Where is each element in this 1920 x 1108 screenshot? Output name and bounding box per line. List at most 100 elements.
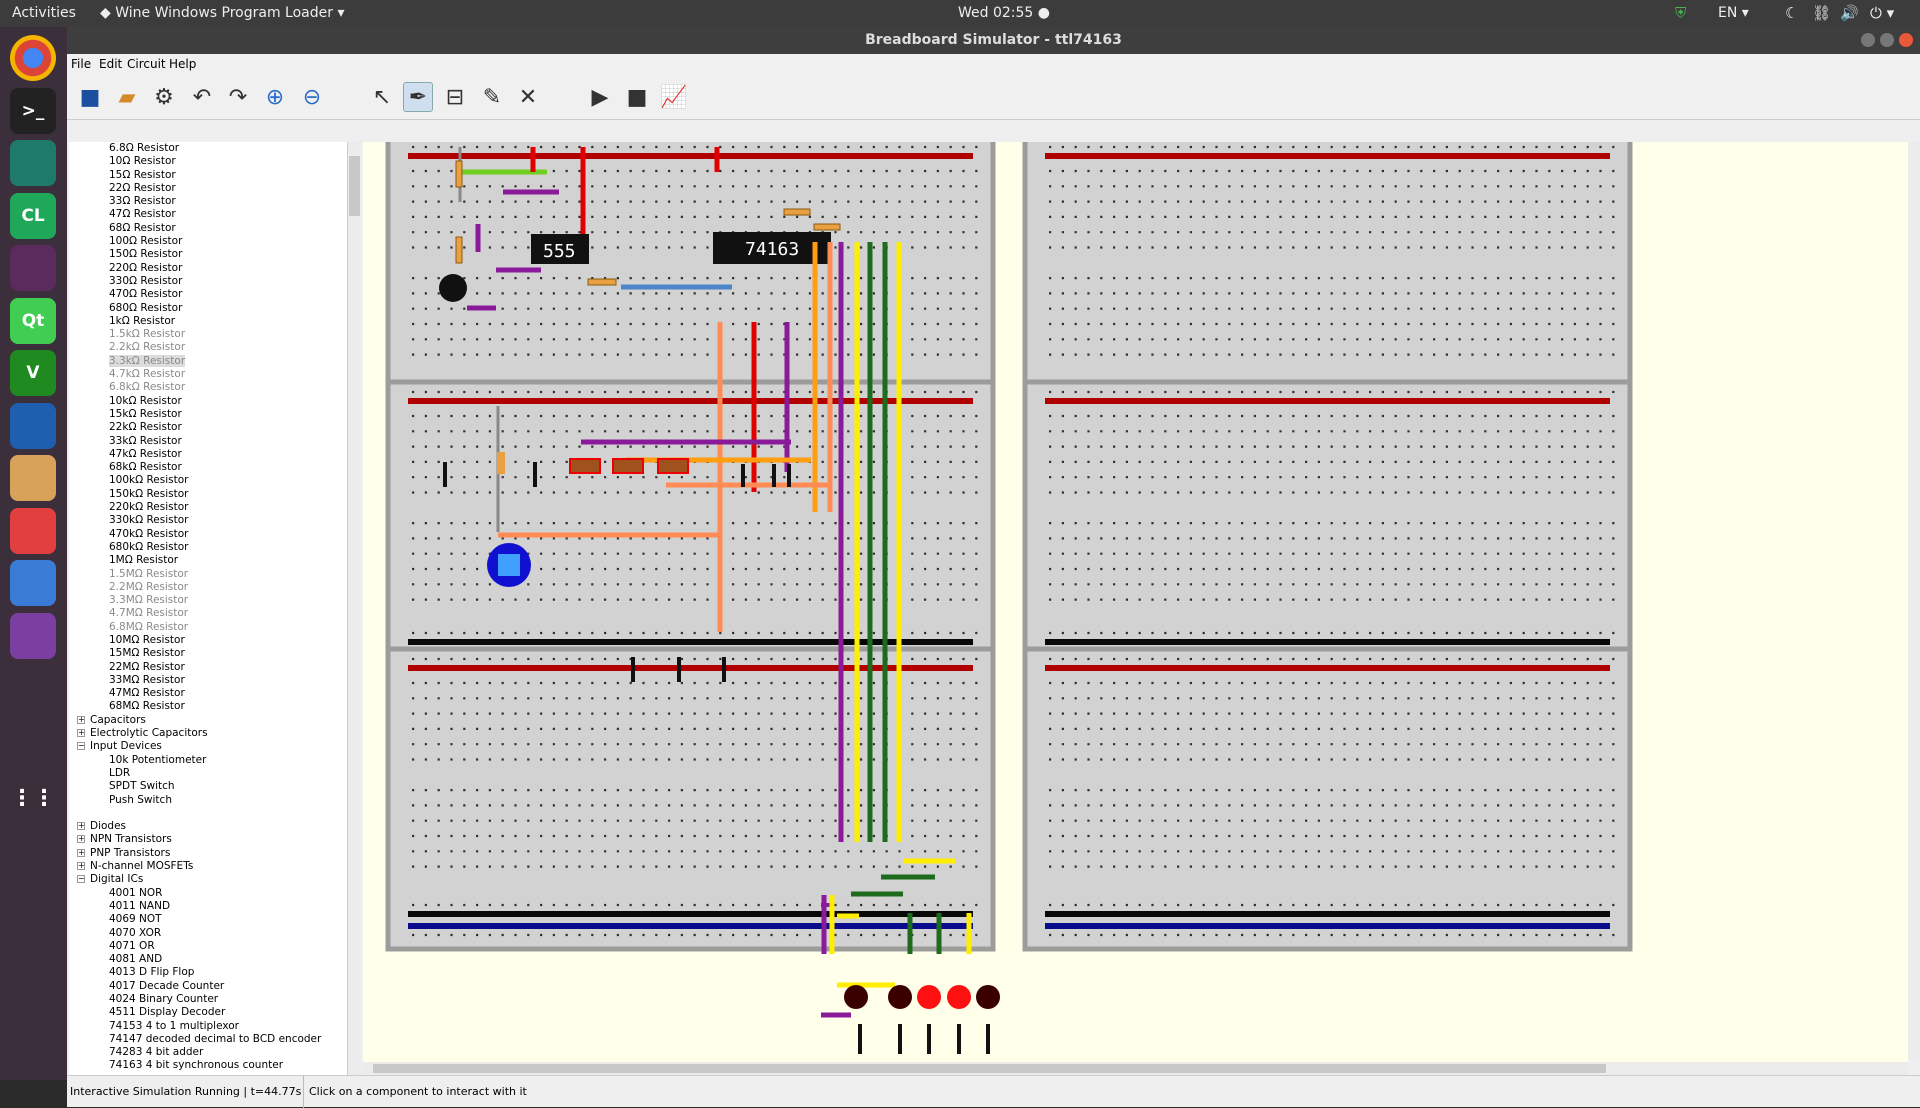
- tree-item[interactable]: 15MΩ Resistor: [69, 647, 361, 660]
- close-button[interactable]: [1899, 33, 1913, 47]
- tree-item[interactable]: 15kΩ Resistor: [69, 408, 361, 421]
- tree-item[interactable]: 22MΩ Resistor: [69, 661, 361, 674]
- qt-icon[interactable]: Qt: [10, 297, 56, 344]
- clion-icon[interactable]: CL: [10, 192, 56, 239]
- tree-item[interactable]: 330kΩ Resistor: [69, 514, 361, 527]
- tree-item[interactable]: 220Ω Resistor: [69, 262, 361, 275]
- tree-item[interactable]: 3.3kΩ Resistor: [69, 354, 361, 368]
- tree-item[interactable]: 33MΩ Resistor: [69, 674, 361, 687]
- expand-toggle-icon[interactable]: +: [77, 848, 85, 857]
- redo-icon[interactable]: ↷: [223, 82, 253, 112]
- night-mode-icon[interactable]: ☾: [1785, 4, 1798, 22]
- expand-toggle-icon[interactable]: +: [77, 822, 85, 831]
- delete-tool-icon[interactable]: ✕: [513, 82, 543, 112]
- probe-tool-icon[interactable]: ✒: [403, 82, 433, 112]
- tree-item[interactable]: 6.8MΩ Resistor: [69, 621, 361, 634]
- tree-item[interactable]: + Capacitors: [69, 714, 361, 727]
- tree-item[interactable]: 1kΩ Resistor: [69, 315, 361, 328]
- menu-edit[interactable]: Edit: [99, 57, 122, 71]
- atom-icon[interactable]: [10, 140, 56, 186]
- tree-item[interactable]: 33Ω Resistor: [69, 195, 361, 208]
- tree-item[interactable]: 680Ω Resistor: [69, 302, 361, 315]
- expand-toggle-icon[interactable]: +: [77, 715, 85, 724]
- github-icon[interactable]: [10, 245, 56, 291]
- tree-item[interactable]: − Digital ICs: [69, 873, 361, 886]
- tree-item[interactable]: 220kΩ Resistor: [69, 501, 361, 514]
- tree-item[interactable]: 22kΩ Resistor: [69, 421, 361, 434]
- files-icon[interactable]: [10, 455, 56, 501]
- activities-button[interactable]: Activities: [12, 5, 76, 21]
- tree-item[interactable]: 4001 NOR: [69, 887, 361, 900]
- menu-help[interactable]: Help: [169, 57, 196, 71]
- tree-item[interactable]: 1MΩ Resistor: [69, 554, 361, 567]
- tree-item[interactable]: 6.8Ω Resistor: [69, 142, 361, 155]
- zoom-in-icon[interactable]: ⊕: [260, 82, 290, 112]
- network-icon[interactable]: ⛓: [1812, 4, 1831, 22]
- minimize-button[interactable]: [1861, 33, 1875, 47]
- menu-file[interactable]: File: [71, 57, 91, 71]
- pdf-icon[interactable]: [10, 507, 56, 554]
- clock[interactable]: Wed 02:55 ●: [958, 5, 1050, 21]
- tree-item[interactable]: 74147 decoded decimal to BCD encoder: [69, 1033, 361, 1046]
- tree-item[interactable]: 10MΩ Resistor: [69, 634, 361, 647]
- vim-icon[interactable]: V: [10, 350, 56, 396]
- tree-item[interactable]: 4013 D Flip Flop: [69, 966, 361, 979]
- tree-item[interactable]: + Diodes: [69, 820, 361, 833]
- tree-item[interactable]: 47Ω Resistor: [69, 208, 361, 221]
- tree-item[interactable]: Push Switch: [69, 794, 361, 807]
- undo-icon[interactable]: ↶: [187, 82, 217, 112]
- tree-item[interactable]: 10kΩ Resistor: [69, 395, 361, 408]
- tree-item[interactable]: 68kΩ Resistor: [69, 461, 361, 474]
- tree-item[interactable]: 4081 AND: [69, 953, 361, 966]
- tree-item[interactable]: + NPN Transistors: [69, 833, 361, 846]
- zoom-out-icon[interactable]: ⊖: [297, 82, 327, 112]
- pencil-tool-icon[interactable]: ✎: [477, 82, 507, 112]
- tree-item[interactable]: 47MΩ Resistor: [69, 687, 361, 700]
- tree-item[interactable]: 4069 NOT: [69, 913, 361, 926]
- tree-item[interactable]: 4017 Decade Counter: [69, 980, 361, 993]
- tree-item[interactable]: 100kΩ Resistor: [69, 474, 361, 487]
- tree-item[interactable]: 4071 OR: [69, 940, 361, 953]
- stop-simulation-icon[interactable]: ■: [622, 82, 652, 112]
- tree-item[interactable]: [69, 807, 361, 820]
- tree-item[interactable]: 4070 XOR: [69, 927, 361, 940]
- tree-scrollbar[interactable]: [347, 142, 361, 1075]
- graph-tool-icon[interactable]: 📈: [659, 82, 689, 112]
- expand-toggle-icon[interactable]: −: [77, 875, 85, 884]
- tree-item[interactable]: + PNP Transistors: [69, 847, 361, 860]
- tree-item[interactable]: 2.2kΩ Resistor: [69, 341, 361, 354]
- settings-gear-icon[interactable]: ⚙: [149, 82, 179, 112]
- apps-grid-icon[interactable]: ⋮⋮: [10, 775, 56, 821]
- tree-item[interactable]: 3.3MΩ Resistor: [69, 594, 361, 607]
- app-menu[interactable]: ◆ Wine Windows Program Loader ▾: [100, 5, 344, 21]
- tree-item[interactable]: 470Ω Resistor: [69, 288, 361, 301]
- tree-item[interactable]: 74153 4 to 1 multiplexor: [69, 1020, 361, 1033]
- tree-item[interactable]: 6.8kΩ Resistor: [69, 381, 361, 394]
- tree-item[interactable]: 68Ω Resistor: [69, 222, 361, 235]
- tree-item[interactable]: + N-channel MOSFETs: [69, 860, 361, 873]
- tree-item[interactable]: 22Ω Resistor: [69, 182, 361, 195]
- tree-item[interactable]: 2.2MΩ Resistor: [69, 581, 361, 594]
- tree-item[interactable]: 150kΩ Resistor: [69, 488, 361, 501]
- tree-item[interactable]: 470kΩ Resistor: [69, 528, 361, 541]
- tree-item[interactable]: 330Ω Resistor: [69, 275, 361, 288]
- tree-item[interactable]: 4.7MΩ Resistor: [69, 607, 361, 620]
- save-icon[interactable]: ■: [75, 82, 105, 112]
- select-pointer-icon[interactable]: ↖: [367, 82, 397, 112]
- wine-icon[interactable]: [10, 612, 56, 659]
- canvas-horizontal-scrollbar[interactable]: [363, 1062, 1908, 1075]
- terminal-icon[interactable]: >_: [10, 87, 56, 134]
- tree-item[interactable]: LDR: [69, 767, 361, 780]
- tree-item[interactable]: − Input Devices: [69, 740, 361, 753]
- tree-item[interactable]: 68MΩ Resistor: [69, 700, 361, 713]
- writer-icon[interactable]: [10, 402, 56, 449]
- tree-item[interactable]: + Electrolytic Capacitors: [69, 727, 361, 740]
- tree-item[interactable]: 15Ω Resistor: [69, 169, 361, 182]
- tree-item[interactable]: 680kΩ Resistor: [69, 541, 361, 554]
- open-folder-icon[interactable]: ▰: [112, 82, 142, 112]
- wire-tool-icon[interactable]: ⊟: [440, 82, 470, 112]
- chrome-icon[interactable]: [10, 35, 56, 81]
- run-simulation-icon[interactable]: ▶: [585, 82, 615, 112]
- tree-item[interactable]: 100Ω Resistor: [69, 235, 361, 248]
- maximize-button[interactable]: [1880, 33, 1894, 47]
